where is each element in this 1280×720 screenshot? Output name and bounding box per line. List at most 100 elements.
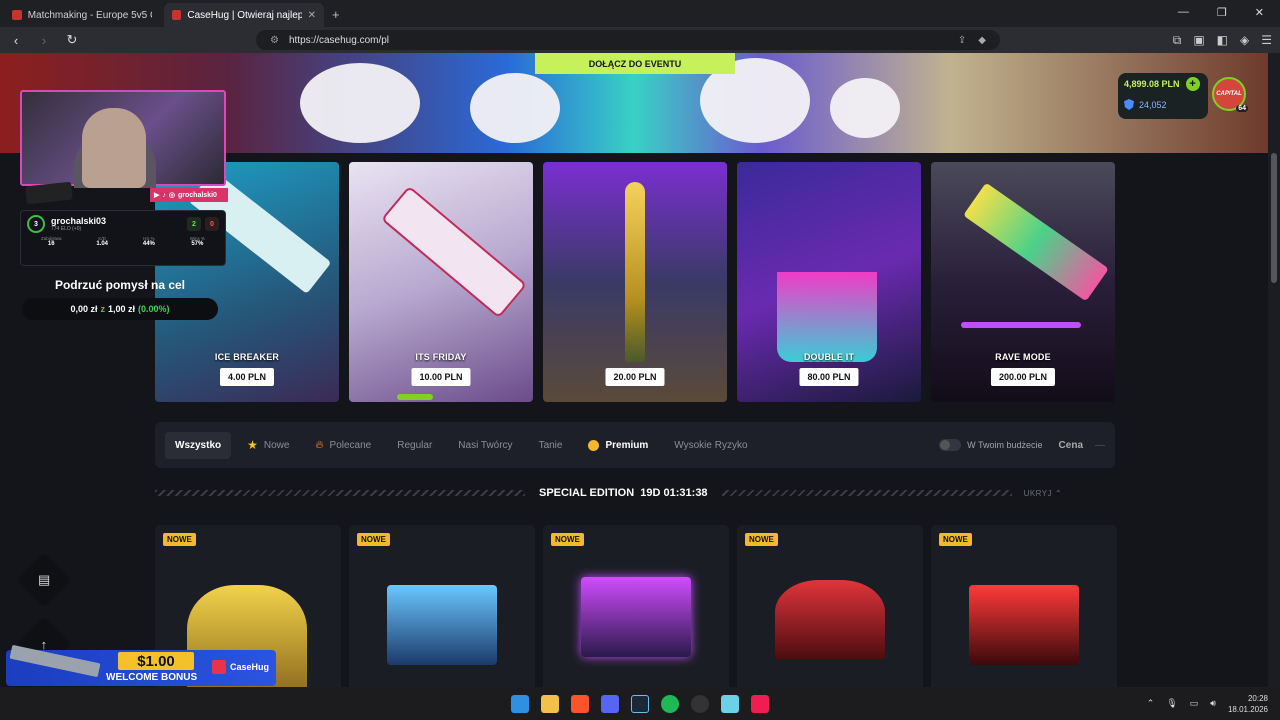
close-window-icon[interactable]: ✕ (1255, 6, 1264, 19)
tab-title: Matchmaking - Europe 5v5 Queue - (27, 9, 152, 21)
volume-icon[interactable]: 🔊︎ (1210, 698, 1216, 709)
join-event-button[interactable]: DOŁĄCZ DO EVENTU (535, 53, 735, 74)
new-badge: NOWE (357, 533, 390, 546)
case-price: 10.00 PLN (411, 368, 471, 386)
scrollbar-thumb[interactable] (1271, 153, 1277, 283)
case-chest-image (387, 585, 497, 665)
case-name: ICE BREAKER (214, 352, 280, 362)
youtube-icon: ▶ (154, 192, 160, 199)
brave-shield-icon[interactable]: ◆ (978, 35, 986, 46)
filter-regular[interactable]: Regular (387, 432, 442, 459)
welcome-bonus-banner[interactable]: $1.00 WELCOME BONUS CaseHug (6, 644, 276, 686)
case-banner-double-it[interactable]: DOUBLE IT 80.00 PLN (737, 162, 921, 402)
neon-strip (961, 322, 1081, 328)
wins-count: 2 (187, 217, 201, 231)
avatar-text: CAPITAL (1216, 91, 1242, 97)
browser-tab-casehug[interactable]: CaseHug | Otwieraj najlepsze sk ✕ (164, 3, 324, 27)
clock-time: 20:28 (1247, 693, 1268, 703)
balance-text: 4,899.08 PLN (1124, 79, 1180, 89)
coin-icon (588, 439, 600, 451)
address-bar[interactable]: ⚙ https://casehug.com/pl ⇪ ◆ (256, 30, 1000, 50)
spotify-icon[interactable] (661, 694, 679, 713)
share-icon[interactable]: ⇪ (958, 35, 966, 46)
case-chest-image (969, 585, 1079, 665)
filter-all[interactable]: Wszystko (165, 431, 232, 459)
clock[interactable]: 20:28 18.01.2026 (1228, 693, 1268, 715)
minimize-icon[interactable]: — (1178, 6, 1189, 19)
forward-icon[interactable]: › (36, 33, 52, 48)
sort-price[interactable]: Cena (1059, 440, 1083, 451)
restore-icon[interactable]: ❐ (1217, 6, 1227, 19)
case-banner-its-friday[interactable]: ITS FRIDAY 10.00 PLN (349, 162, 533, 402)
site-info-icon[interactable]: ⚙ (270, 35, 279, 46)
vpn-icon[interactable]: ◈ (1240, 33, 1249, 48)
back-icon[interactable]: ‹ (8, 33, 24, 48)
file-explorer-icon[interactable] (541, 694, 559, 713)
filter-recommended[interactable]: 🔥︎ Polecane (305, 431, 381, 460)
microphone-icon[interactable]: 🎙︎ (1166, 698, 1177, 709)
case-card[interactable]: NOWE (543, 525, 729, 687)
stat-kd: K/D 1.04 (96, 236, 109, 247)
sort-chevron-icon[interactable]: — (1095, 440, 1105, 451)
filter-new[interactable]: ★ Nowe (237, 430, 299, 460)
case-banner-dance-floor[interactable]: 20.00 PLN (543, 162, 727, 402)
level-badge: 64 (1236, 105, 1248, 112)
wallet-icon[interactable]: ▣ (1193, 33, 1204, 48)
case-chest-image (581, 577, 691, 657)
new-tab-icon[interactable]: + (332, 7, 340, 22)
stat-kills: Zabójstwa 16 (41, 236, 62, 247)
rifle-image (383, 188, 525, 316)
obs-icon[interactable] (691, 694, 709, 713)
wallet-panel[interactable]: 4,899.08 PLN + 24,052 (1118, 73, 1208, 119)
social-handle-bar: ▶ ♪ ◎ grochalski0 (150, 188, 228, 202)
windows-start-icon[interactable] (511, 694, 529, 713)
discord-icon[interactable] (601, 694, 619, 713)
steam-icon[interactable] (631, 694, 649, 713)
bonus-amount: $1.00 (118, 652, 194, 670)
case-indicator (397, 394, 433, 400)
case-card[interactable]: NOWE (349, 525, 535, 687)
filter-cheap[interactable]: Tanie (529, 432, 573, 459)
sidebar-icon[interactable]: ◧ (1217, 33, 1228, 48)
social-handle: grochalski0 (178, 191, 217, 199)
tray-chevron-icon[interactable]: ⌃ (1147, 698, 1155, 709)
new-badge: NOWE (745, 533, 778, 546)
stat-winrate: Wins % 57% (189, 236, 205, 247)
instagram-icon: ◎ (168, 192, 175, 199)
special-edition-header: SPECIAL EDITION 19D 01:31:38 UKRYJ ⌃ (155, 483, 1115, 503)
filter-premium[interactable]: Premium (578, 432, 658, 459)
bonus-text: WELCOME BONUS (106, 672, 198, 683)
case-banner-rave-mode[interactable]: RAVE MODE 200.00 PLN (931, 162, 1115, 402)
budget-toggle[interactable] (939, 439, 962, 451)
case-card[interactable]: NOWE (931, 525, 1117, 687)
browser-tab-matchmaking[interactable]: Matchmaking - Europe 5v5 Queue - (4, 3, 160, 27)
goal-current: 0,00 zł (70, 304, 98, 314)
deposit-plus-icon[interactable]: + (1185, 77, 1200, 91)
new-badge: NOWE (939, 533, 972, 546)
network-icon[interactable]: ▭ (1190, 698, 1199, 709)
user-avatar[interactable]: CAPITAL 64 (1212, 77, 1248, 112)
reload-icon[interactable]: ↻ (64, 32, 80, 48)
filter-label: Nasi Twórcy (458, 439, 513, 451)
new-badge: NOWE (551, 533, 584, 546)
webcam-overlay (20, 90, 226, 188)
faceit-stats-widget: 3 grochalski03 774 ELO (+0) 2 0 Zabójstw… (20, 210, 226, 266)
case-card[interactable]: NOWE (737, 525, 923, 687)
filter-creators[interactable]: Nasi Twórcy (448, 432, 522, 459)
close-tab-icon[interactable]: ✕ (308, 10, 316, 21)
menu-icon[interactable]: ☰ (1261, 33, 1272, 48)
brave-browser-icon[interactable] (571, 694, 589, 713)
filter-high-risk[interactable]: Wysokie Ryzyko (664, 432, 757, 459)
case-price: 4.00 PLN (219, 368, 275, 386)
page-scrollbar[interactable] (1268, 53, 1280, 687)
extensions-icon[interactable]: ⧉ (1173, 33, 1182, 48)
brand-text: CaseHug (230, 662, 270, 672)
chat-icon: ▤ (37, 571, 51, 587)
fire-icon: 🔥︎ (315, 438, 324, 451)
notepad-icon[interactable] (721, 694, 739, 713)
hide-section-button[interactable]: UKRYJ ⌃ (1024, 489, 1063, 498)
divider (721, 490, 1012, 496)
case-price: 200.00 PLN (990, 368, 1056, 386)
tiktok-app-icon[interactable] (751, 694, 769, 713)
case-name: RAVE MODE (995, 352, 1051, 362)
